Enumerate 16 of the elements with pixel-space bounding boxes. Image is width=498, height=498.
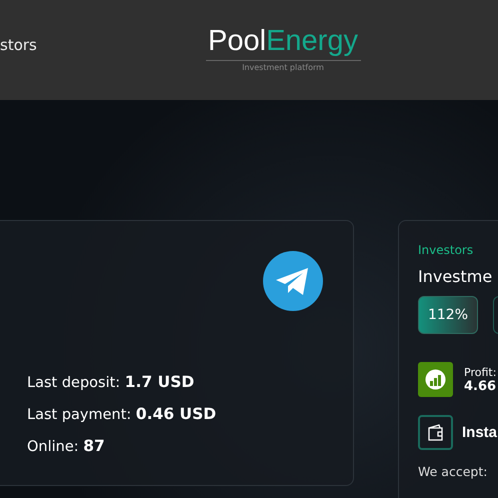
stat-line: Last deposit: 1.7 USD (27, 372, 196, 393)
nav-link[interactable]: stors (0, 36, 37, 54)
logo-text[interactable]: PoolEnergy (208, 24, 358, 58)
card-title: Investme (418, 267, 494, 286)
plan-button[interactable]: 112% (418, 296, 478, 334)
accept-label: We accept: (418, 464, 488, 480)
profit-value: 4.66 (464, 378, 496, 394)
chart-icon (418, 362, 453, 397)
stat-line: Last payment: 0.46 USD (27, 404, 218, 425)
profit-label: Profit: (464, 366, 496, 378)
telegram-icon[interactable] (263, 251, 323, 311)
stat-line: Online: 87 (27, 436, 106, 457)
wallet-icon (418, 415, 453, 450)
logo-tagline: Investment platform (242, 63, 324, 72)
section-label: Investors (418, 243, 474, 257)
instant-heading: Insta (462, 424, 498, 441)
